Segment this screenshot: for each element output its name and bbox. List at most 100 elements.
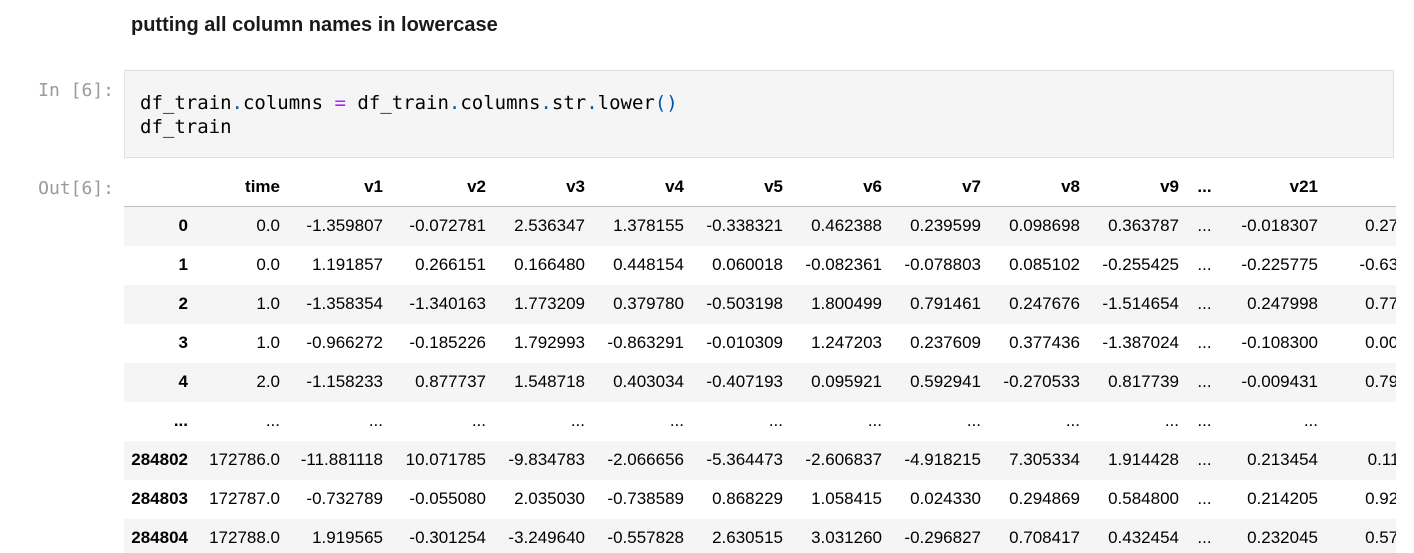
table-cell: -0.732789	[306, 489, 383, 508]
table-cell: 0.232045	[1247, 528, 1318, 547]
table-cell: ...	[265, 411, 280, 430]
table-row: 284804 172788.0 1.919565 -0.301254 -3.249640…	[124, 518, 1396, 553]
column-header-time: time	[245, 176, 280, 196]
table-cell: 0.584800	[1108, 489, 1179, 508]
table-cell: -1.358354	[306, 294, 383, 313]
table-cell: ...	[768, 411, 783, 430]
table-cell: 2.0	[256, 372, 280, 391]
row-index: 284804	[131, 528, 188, 547]
table-cell: -0.503198	[706, 294, 783, 313]
table-cell: -2.606837	[805, 450, 882, 469]
code-cell-input[interactable]: df_train.columns = df_train.columns.str.…	[124, 70, 1394, 158]
row-index: 2	[178, 294, 188, 313]
table-cell: -0.009431	[1241, 372, 1318, 391]
table-cell: -5.364473	[706, 450, 783, 469]
table-cell: ...	[1197, 255, 1212, 274]
table-cell: 0.0	[256, 255, 280, 274]
table-cell: ...	[1326, 402, 1396, 441]
table-cell: -4.918215	[904, 450, 981, 469]
table-cell: 172787.0	[209, 489, 280, 508]
code-token: df_train	[140, 92, 232, 114]
table-cell: 1.247203	[811, 333, 882, 352]
table-cell: -2.066656	[607, 450, 684, 469]
table-cell: ...	[570, 411, 585, 430]
column-header-v1: v1	[364, 176, 383, 196]
column-header-v3: v3	[566, 176, 585, 196]
table-cell: ...	[1197, 411, 1212, 430]
table-cell: 1.792993	[514, 333, 585, 352]
table-cell: 1.191857	[312, 255, 383, 274]
code-token: ()	[654, 92, 678, 114]
table-row: 0 0.0 -1.359807 -0.072781 2.536347 1.378155 -0…	[124, 206, 1396, 246]
table-cell: 0.448154	[613, 255, 684, 274]
table-cell: 1.914428	[1108, 450, 1179, 469]
table-cell: 0.798278	[1365, 372, 1396, 391]
column-header-v9: v9	[1160, 176, 1179, 196]
code-line-2: df_train	[140, 116, 232, 138]
table-cell: ...	[368, 411, 383, 430]
column-header-v7: v7	[962, 176, 981, 196]
table-cell: -1.359807	[288, 206, 391, 246]
table-cell: -0.738589	[607, 489, 684, 508]
table-cell: -0.010309	[706, 333, 783, 352]
table-cell: ...	[1197, 450, 1212, 469]
table-cell: 0.462388	[791, 206, 890, 246]
table-cell: ...	[1303, 411, 1318, 430]
table-cell: 1.919565	[312, 528, 383, 547]
table-cell: 0.294869	[1009, 489, 1080, 508]
table-cell: 1.773209	[514, 294, 585, 313]
table-row: 3 1.0 -0.966272 -0.185226 1.792993 -0.863291 -…	[124, 324, 1396, 363]
table-cell: -0.966272	[306, 333, 383, 352]
column-header-v6: v6	[863, 176, 882, 196]
row-index: 4	[178, 372, 188, 391]
table-cell: ...	[669, 411, 684, 430]
row-index: 0	[124, 206, 196, 246]
column-header-v21: v21	[1289, 176, 1318, 196]
table-cell: 0.111864	[1367, 450, 1396, 469]
table-cell: -0.255425	[1102, 255, 1179, 274]
table-cell: 0.791461	[910, 294, 981, 313]
input-prompt: In [6]:	[38, 80, 114, 101]
table-cell: 0.237609	[910, 333, 981, 352]
table-row: 284802 172786.0 -11.881118 10.071785 -9.8347…	[124, 440, 1396, 480]
table-cell: 0.239599	[890, 206, 989, 246]
code-token: .	[231, 92, 243, 114]
table-cell: 0.060018	[712, 255, 783, 274]
row-index: 1	[178, 255, 188, 274]
table-cell: 0.924384	[1365, 489, 1396, 508]
table-cell: -0.082361	[805, 255, 882, 274]
table-cell: -0.407193	[706, 372, 783, 391]
output-prompt: Out[6]:	[38, 178, 114, 199]
table-cell: ...	[966, 411, 981, 430]
table-cell: 0.247998	[1247, 294, 1318, 313]
table-cell: ...	[1197, 372, 1212, 391]
column-header-v5: v5	[764, 176, 783, 196]
output-area[interactable]: time v1 v2 v3 v4 v5 v6 v7 v8 v9 ... v21 …	[124, 167, 1396, 553]
table-cell: 0.363787	[1088, 206, 1187, 246]
table-cell: 10.071785	[405, 450, 486, 469]
table-cell: 0.379780	[613, 294, 684, 313]
table-cell: 0.432454	[1108, 528, 1179, 547]
table-row: 2 1.0 -1.358354 -1.340163 1.773209 0.379780 -0…	[124, 284, 1396, 324]
row-index: 284803	[131, 489, 188, 508]
table-cell: 1.0	[256, 333, 280, 352]
table-row: 284803 172787.0 -0.732789 -0.055080 2.035030…	[124, 480, 1396, 519]
table-cell: -0.018307	[1222, 206, 1326, 246]
table-cell: ...	[1164, 411, 1179, 430]
table-cell: 1.058415	[811, 489, 882, 508]
table-cell: 0.277838	[1326, 206, 1396, 246]
table-cell: ...	[867, 411, 882, 430]
table-cell: -0.863291	[607, 333, 684, 352]
column-header-v4: v4	[665, 176, 684, 196]
table-cell: 1.0	[256, 294, 280, 313]
table-cell: 0.377436	[1009, 333, 1080, 352]
table-cell: -0.225775	[1241, 255, 1318, 274]
table-cell: 0.095921	[811, 372, 882, 391]
table-cell: ...	[1187, 206, 1222, 246]
column-header-ellipsis: ...	[1197, 176, 1212, 196]
table-cell: 172788.0	[209, 528, 280, 547]
table-cell: ...	[1065, 411, 1080, 430]
table-cell: -1.340163	[409, 294, 486, 313]
table-cell: 0.868229	[712, 489, 783, 508]
table-cell: ...	[1197, 294, 1212, 313]
